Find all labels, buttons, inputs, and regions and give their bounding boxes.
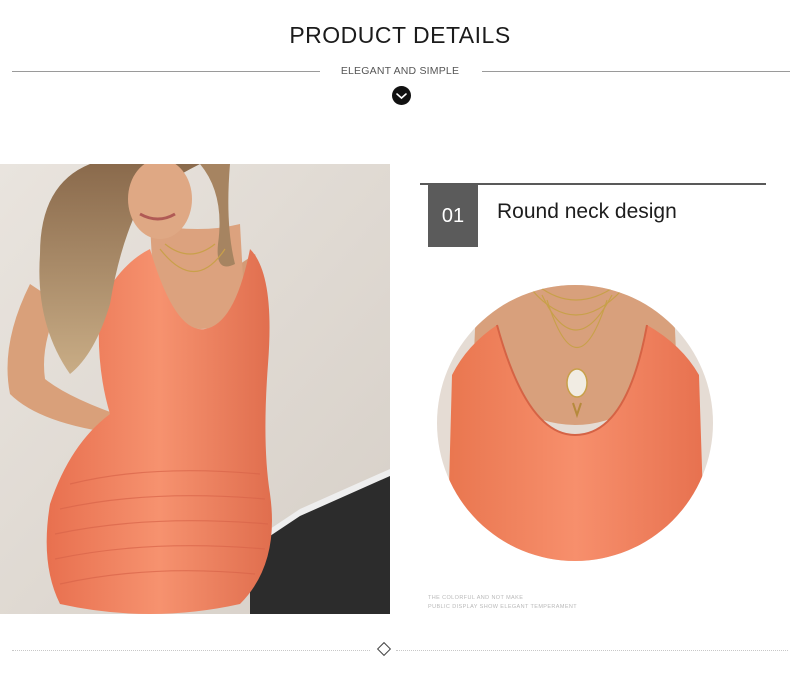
header-divider-left (12, 71, 320, 72)
feature-caption-line1: THE COLORFUL AND NOT MAKE (428, 595, 524, 601)
page-title: PRODUCT DETAILS (289, 22, 511, 48)
diamond-icon (376, 641, 392, 657)
footer-divider-right (396, 650, 788, 651)
footer-divider-left (12, 650, 370, 651)
feature-caption-line2: PUBLIC DISPLAY SHOW ELEGANT TEMPERAMENT (428, 604, 578, 610)
page-subtitle: ELEGANT AND SIMPLE (340, 65, 460, 77)
header-divider-right (482, 71, 790, 72)
product-main-image (0, 164, 390, 614)
chevron-down-icon[interactable] (392, 86, 411, 105)
neckline-detail-image (437, 285, 713, 561)
feature-number: 01 (428, 185, 478, 247)
feature-title: Round neck design (497, 200, 677, 223)
